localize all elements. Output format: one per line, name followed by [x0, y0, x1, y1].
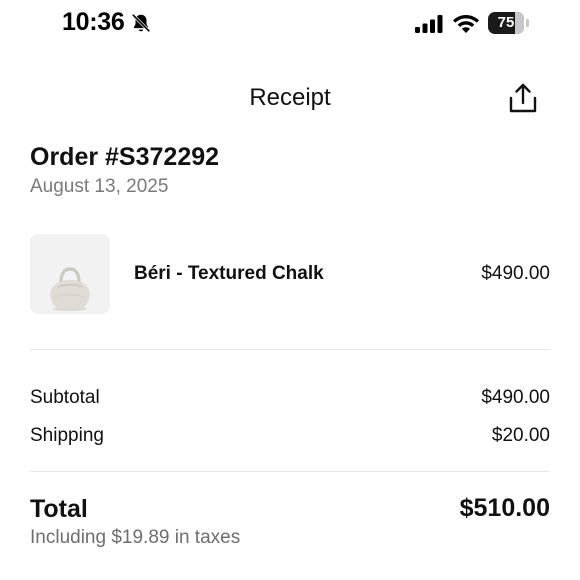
total-value: $510.00	[459, 494, 550, 522]
battery-cap	[526, 19, 529, 27]
tax-note: Including $19.89 in taxes	[30, 527, 241, 548]
handbag-image	[50, 267, 90, 311]
product-price: $490.00	[481, 263, 550, 284]
wifi-icon	[453, 15, 479, 33]
status-time: 10:36	[62, 8, 125, 36]
battery-percent: 75	[497, 14, 515, 31]
order-number: Order #S372292	[30, 143, 220, 171]
receipt-screen: 10:36 75 Receipt Order #S372292 August 1…	[0, 0, 580, 580]
page-title: Receipt	[249, 84, 331, 111]
status-bar: 10:36 75	[0, 0, 580, 48]
shipping-value: $20.00	[491, 425, 550, 446]
battery-body: 75	[488, 12, 524, 34]
cellular-signal-icon	[415, 15, 443, 33]
shipping-label: Shipping	[30, 425, 104, 446]
bell-slash-icon	[131, 13, 151, 33]
product-name[interactable]: Béri - Textured Chalk	[134, 263, 324, 285]
divider	[30, 471, 550, 472]
total-label: Total	[30, 495, 88, 523]
product-thumbnail[interactable]	[30, 234, 110, 314]
battery-indicator: 75	[488, 12, 530, 34]
order-date: August 13, 2025	[30, 176, 169, 197]
subtotal-value: $490.00	[481, 387, 550, 408]
divider	[30, 349, 550, 350]
share-icon[interactable]	[506, 82, 540, 116]
subtotal-label: Subtotal	[30, 387, 100, 408]
